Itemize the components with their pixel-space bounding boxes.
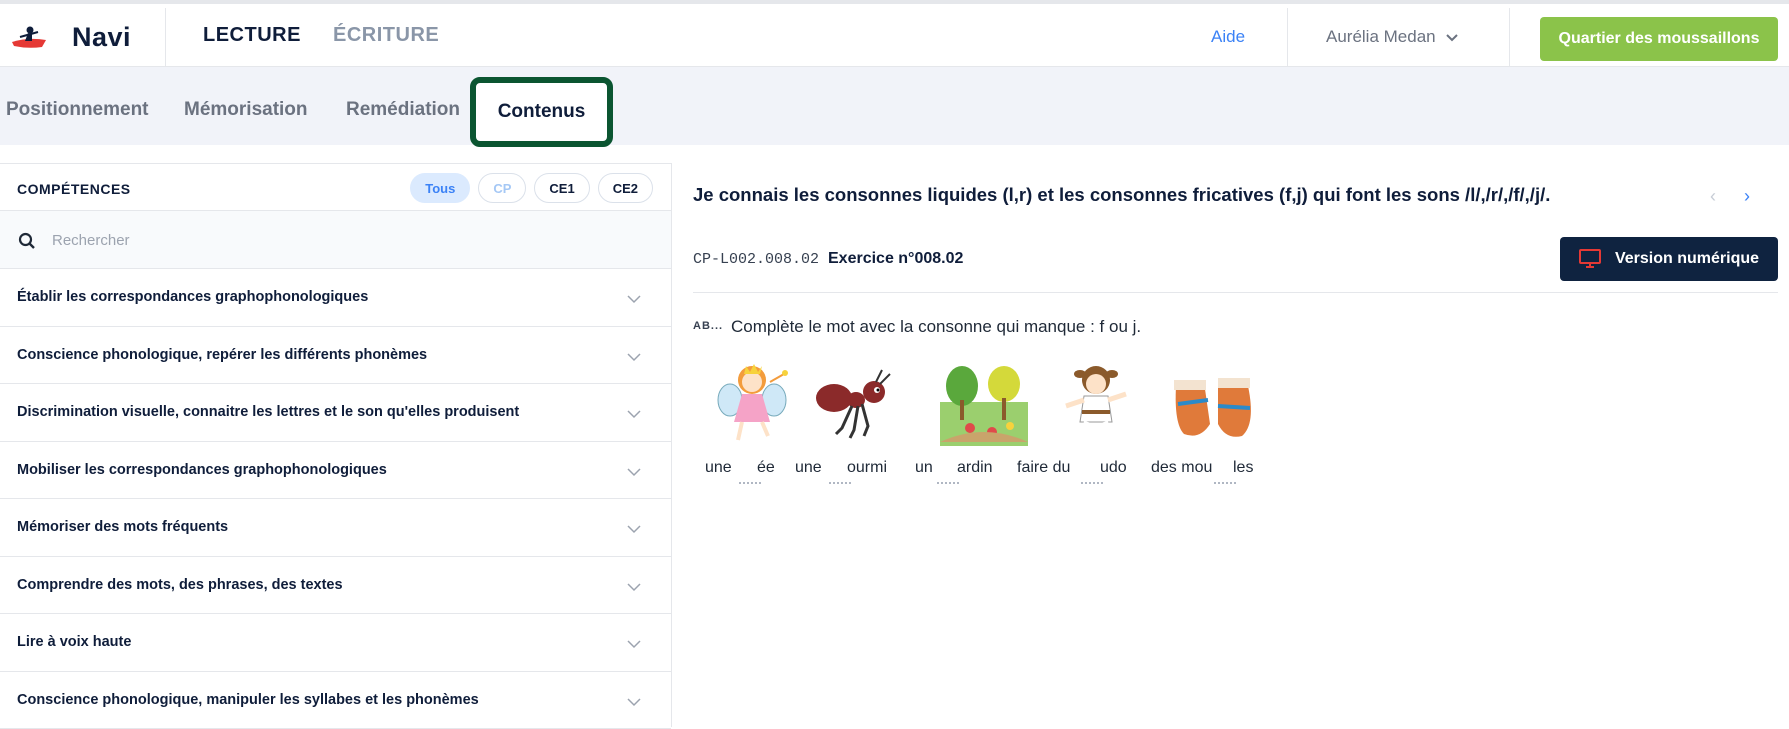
garden-image (940, 362, 1028, 446)
exercise-nav: ‹ › (1710, 186, 1750, 207)
chevron-down-icon (627, 524, 641, 534)
tab-ecriture[interactable]: ÉCRITURE (333, 24, 439, 47)
competence-label: Comprendre des mots, des phrases, des te… (17, 577, 343, 593)
competence-label: Conscience phonologique, repérer les dif… (17, 347, 427, 363)
search-icon (18, 232, 36, 250)
tab-lecture[interactable]: LECTURE (203, 24, 301, 47)
competence-row[interactable]: Mobiliser les correspondances graphophon… (0, 442, 671, 500)
competence-label: Mobiliser les correspondances graphophon… (17, 462, 387, 478)
competences-header: COMPÉTENCES Tous CP CE1 CE2 (0, 163, 671, 211)
competence-row[interactable]: Conscience phonologique, repérer les dif… (0, 327, 671, 385)
word: udo (1100, 459, 1127, 477)
exercise-title: Exercice n°008.02 (828, 250, 963, 268)
next-arrow-icon[interactable]: › (1744, 186, 1750, 207)
competence-label: Discrimination visuelle, connaitre les l… (17, 404, 519, 420)
divider (693, 292, 1778, 293)
competence-row[interactable]: Mémoriser des mots fréquents (0, 499, 671, 557)
prev-arrow-icon[interactable]: ‹ (1710, 186, 1716, 207)
word: faire du (1017, 459, 1070, 477)
word: des mou (1151, 459, 1212, 477)
exercise-instruction: Complète le mot avec la consonne qui man… (731, 317, 1141, 337)
help-link[interactable]: Aide (1211, 27, 1245, 47)
answer-blank[interactable] (829, 482, 851, 484)
judo-image (1060, 360, 1132, 446)
word: un (915, 459, 933, 477)
competence-row[interactable]: Lire à voix haute (0, 614, 671, 672)
chevron-down-icon (627, 409, 641, 419)
competence-row[interactable]: Comprendre des mots, des phrases, des te… (0, 557, 671, 615)
filter-cp[interactable]: CP (478, 173, 526, 203)
competence-row[interactable]: Discrimination visuelle, connaitre les l… (0, 384, 671, 442)
word: ourmi (847, 459, 887, 477)
word: une (795, 459, 822, 477)
competences-title: COMPÉTENCES (17, 181, 131, 197)
user-name: Aurélia Medan (1326, 27, 1436, 47)
digital-version-label: Version numérique (1615, 250, 1759, 268)
filter-ce2[interactable]: CE2 (598, 173, 653, 203)
top-bar: Navi LECTURE ÉCRITURE Aide Aurélia Medan… (0, 0, 1789, 67)
chevron-down-icon (627, 697, 641, 707)
monitor-icon (1579, 249, 1601, 269)
competence-label: Établir les correspondances graphophonol… (17, 289, 368, 305)
app-logo[interactable]: Navi (10, 22, 131, 53)
divider (1509, 8, 1510, 71)
app-name: Navi (72, 22, 131, 53)
competence-label: Mémoriser des mots fréquents (17, 519, 228, 535)
subtab-memorisation[interactable]: Mémorisation (184, 99, 308, 121)
search-bar (0, 211, 671, 269)
chevron-down-icon (627, 352, 641, 362)
digital-version-button[interactable]: Version numérique (1560, 237, 1778, 281)
word: ée (757, 459, 775, 477)
answer-blank[interactable] (1081, 482, 1103, 484)
subtab-remediation[interactable]: Remédiation (346, 99, 460, 121)
subtab-positionnement[interactable]: Positionnement (6, 99, 149, 121)
competence-row[interactable]: Conscience phonologique, manipuler les s… (0, 672, 671, 729)
answer-blank[interactable] (739, 482, 761, 484)
sub-nav: Positionnement Mémorisation Remédiation (0, 67, 1789, 145)
competence-title: Je connais les consonnes liquides (l,r) … (693, 184, 1550, 206)
competences-panel: COMPÉTENCES Tous CP CE1 CE2 Établir les … (0, 163, 672, 727)
word: ardin (957, 459, 993, 477)
filter-ce1[interactable]: CE1 (534, 173, 589, 203)
subtab-contenus-label: Contenus (498, 101, 586, 123)
chevron-down-icon (627, 639, 641, 649)
word: une (705, 459, 732, 477)
competence-label: Conscience phonologique, manipuler les s… (17, 692, 479, 708)
mittens-image (1170, 374, 1258, 446)
chevron-down-icon (627, 467, 641, 477)
competence-row[interactable]: Établir les correspondances graphophonol… (0, 269, 671, 327)
answer-blank[interactable] (1214, 482, 1236, 484)
word: les (1233, 459, 1253, 477)
level-filters: Tous CP CE1 CE2 (410, 173, 653, 203)
answer-blank[interactable] (937, 482, 959, 484)
ant-image (812, 368, 896, 444)
instruction-icon: AB... (693, 320, 723, 332)
user-menu[interactable]: Aurélia Medan (1326, 27, 1458, 47)
chevron-down-icon (1446, 31, 1458, 43)
filter-tous[interactable]: Tous (410, 173, 470, 203)
competence-label: Lire à voix haute (17, 634, 131, 650)
chevron-down-icon (627, 582, 641, 592)
chevron-down-icon (627, 294, 641, 304)
subtab-contenus[interactable]: Contenus (470, 77, 613, 147)
navi-logo-icon (10, 25, 48, 51)
exercise-code: CP-L002.008.02 (693, 251, 819, 268)
quartier-button[interactable]: Quartier des moussaillons (1540, 17, 1778, 61)
search-input[interactable] (52, 225, 632, 255)
divider (165, 8, 166, 71)
divider (1287, 8, 1288, 71)
fairy-image (712, 360, 792, 446)
